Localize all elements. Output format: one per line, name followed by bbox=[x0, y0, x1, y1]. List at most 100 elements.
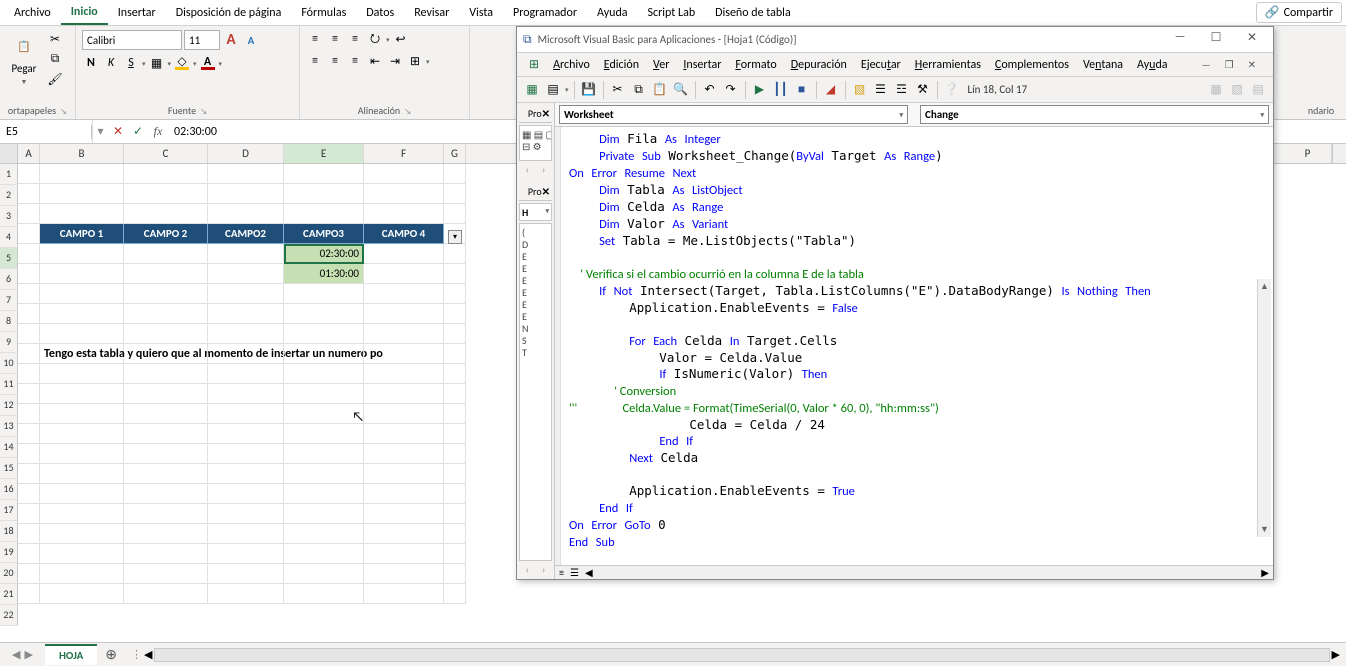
align-top-button[interactable]: ≡ bbox=[306, 30, 324, 48]
property-row[interactable]: E bbox=[522, 262, 549, 274]
row-header[interactable]: 21 bbox=[0, 584, 18, 605]
cell[interactable] bbox=[124, 504, 208, 524]
cell[interactable] bbox=[40, 384, 124, 404]
cell[interactable] bbox=[444, 364, 466, 384]
col-header[interactable]: E bbox=[284, 144, 364, 163]
borders-button[interactable]: ▦ bbox=[148, 54, 166, 72]
fx-icon[interactable]: fx bbox=[148, 124, 168, 139]
namebox-dropdown[interactable]: ▾ bbox=[92, 120, 108, 143]
cell[interactable] bbox=[124, 284, 208, 304]
cell[interactable] bbox=[18, 284, 40, 304]
add-sheet-button[interactable]: ⊕ bbox=[97, 646, 125, 663]
cell[interactable] bbox=[284, 444, 364, 464]
cell[interactable] bbox=[444, 304, 466, 324]
child-restore-button[interactable]: ❐ bbox=[1219, 56, 1240, 73]
vba-menu-formato[interactable]: Formato bbox=[729, 56, 782, 74]
fx-cancel-button[interactable]: ✕ bbox=[108, 124, 128, 139]
proj-tree-node[interactable]: ⊟ ⚙ bbox=[522, 140, 549, 152]
cell[interactable] bbox=[124, 244, 208, 264]
cell[interactable] bbox=[208, 284, 284, 304]
cell[interactable] bbox=[40, 324, 124, 344]
property-row[interactable]: D bbox=[522, 238, 549, 250]
child-close-button[interactable]: ✕ bbox=[1242, 56, 1262, 73]
prop-scroll-left[interactable]: ‹ bbox=[526, 563, 529, 577]
cell[interactable] bbox=[124, 544, 208, 564]
cell[interactable] bbox=[208, 404, 284, 424]
cell[interactable] bbox=[444, 344, 466, 364]
cell[interactable]: CAMPO3 bbox=[284, 224, 364, 244]
cell[interactable] bbox=[364, 204, 444, 224]
row-header[interactable]: 13 bbox=[0, 416, 18, 437]
cell[interactable] bbox=[18, 204, 40, 224]
indent-inc-button[interactable]: ⇥ bbox=[386, 52, 404, 70]
cell[interactable] bbox=[208, 164, 284, 184]
save-button[interactable]: 💾 bbox=[580, 81, 598, 99]
paste-button[interactable]: 📋 bbox=[651, 81, 669, 99]
property-row[interactable]: E bbox=[522, 274, 549, 286]
cell[interactable] bbox=[444, 444, 466, 464]
wrap-text-button[interactable]: ↩ bbox=[392, 30, 410, 48]
tab-formulas[interactable]: Fórmulas bbox=[291, 2, 356, 24]
cell[interactable] bbox=[444, 584, 466, 604]
cell[interactable] bbox=[284, 424, 364, 444]
cell[interactable] bbox=[124, 524, 208, 544]
fill-color-button[interactable]: ◇ bbox=[173, 54, 191, 72]
property-row[interactable]: E bbox=[522, 298, 549, 310]
format-painter-button[interactable]: 🖌 bbox=[46, 70, 64, 88]
cell[interactable] bbox=[364, 324, 444, 344]
help-button[interactable]: ❔ bbox=[943, 81, 961, 99]
cell[interactable] bbox=[444, 264, 466, 284]
cell[interactable] bbox=[124, 464, 208, 484]
row-header[interactable]: 15 bbox=[0, 458, 18, 479]
cell[interactable] bbox=[40, 264, 124, 284]
cell[interactable] bbox=[40, 484, 124, 504]
cell[interactable] bbox=[284, 324, 364, 344]
vba-menu-edicion[interactable]: Edición bbox=[598, 56, 645, 74]
col-header[interactable]: C bbox=[124, 144, 208, 163]
row-header[interactable]: 16 bbox=[0, 479, 18, 500]
sheet-nav-prev[interactable]: ◀ bbox=[12, 648, 20, 661]
vscroll[interactable]: ▲▼ bbox=[1257, 279, 1271, 537]
property-row[interactable]: N bbox=[522, 322, 549, 334]
cell[interactable] bbox=[208, 424, 284, 444]
tab-ayuda[interactable]: Ayuda bbox=[587, 2, 638, 24]
cell[interactable] bbox=[124, 564, 208, 584]
col-header[interactable]: F bbox=[364, 144, 444, 163]
cell[interactable] bbox=[40, 244, 124, 264]
cell[interactable] bbox=[18, 384, 40, 404]
maximize-button[interactable]: ☐ bbox=[1201, 30, 1231, 50]
col-header[interactable]: D bbox=[208, 144, 284, 163]
minimize-button[interactable]: — bbox=[1165, 30, 1195, 50]
prop-object-combo[interactable]: H bbox=[522, 206, 528, 218]
cell[interactable] bbox=[18, 524, 40, 544]
property-row[interactable]: S bbox=[522, 334, 549, 346]
cell[interactable] bbox=[124, 584, 208, 604]
dialog-launcher-icon[interactable]: ↘ bbox=[404, 107, 411, 117]
name-box[interactable]: E5 bbox=[0, 125, 92, 139]
cell[interactable] bbox=[124, 184, 208, 204]
proj-scroll-left[interactable]: ‹ bbox=[526, 163, 529, 181]
tab-revisar[interactable]: Revisar bbox=[404, 2, 459, 24]
cell[interactable] bbox=[284, 384, 364, 404]
cell[interactable] bbox=[40, 584, 124, 604]
cell[interactable] bbox=[284, 184, 364, 204]
cell[interactable] bbox=[40, 164, 124, 184]
proj-scroll-right[interactable]: › bbox=[542, 163, 545, 181]
cell[interactable] bbox=[40, 564, 124, 584]
vba-menu-ayuda[interactable]: Ayuda bbox=[1131, 56, 1174, 74]
cell[interactable] bbox=[208, 244, 284, 264]
cell[interactable] bbox=[208, 304, 284, 324]
excel-return-icon[interactable]: ⊞ bbox=[523, 55, 545, 74]
cell[interactable] bbox=[18, 164, 40, 184]
cell[interactable] bbox=[208, 564, 284, 584]
cell[interactable] bbox=[444, 284, 466, 304]
col-header[interactable]: A bbox=[18, 144, 40, 163]
cell[interactable] bbox=[284, 344, 364, 364]
row-header[interactable]: 20 bbox=[0, 563, 18, 584]
select-all-corner[interactable] bbox=[0, 144, 18, 163]
cell[interactable] bbox=[364, 184, 444, 204]
decrease-font-button[interactable]: A bbox=[242, 31, 260, 49]
object-browser-button[interactable]: ☲ bbox=[893, 81, 911, 99]
align-right-button[interactable]: ≡ bbox=[346, 52, 364, 70]
tab-programador[interactable]: Programador bbox=[503, 2, 587, 24]
